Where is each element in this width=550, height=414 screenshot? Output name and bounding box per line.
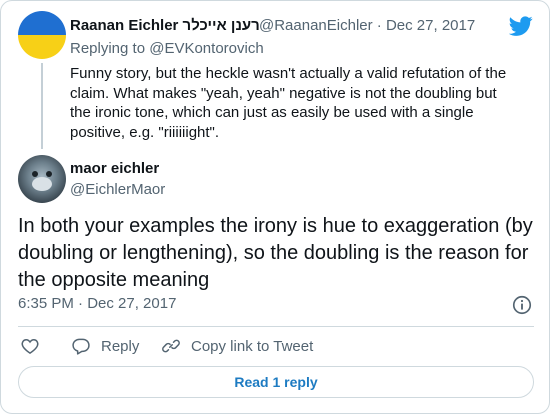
replying-to-label: Replying to: [70, 40, 146, 57]
read-replies-button[interactable]: Read 1 reply: [18, 366, 534, 398]
copy-link-button[interactable]: Copy link to Tweet: [161, 334, 313, 358]
main-avatar[interactable]: [18, 155, 66, 203]
copy-link-label: Copy link to Tweet: [191, 337, 314, 355]
parent-avatar[interactable]: [18, 11, 66, 59]
main-display-name[interactable]: maor eichler: [70, 160, 159, 177]
replying-to-line: Replying to @EVKontorovich: [70, 40, 264, 57]
replying-to-handle[interactable]: @EVKontorovich: [149, 40, 263, 57]
link-icon: [162, 339, 180, 353]
tweet-embed-card: Raanan Eichler רענן אייכלר @RaananEichle…: [0, 0, 550, 414]
parent-tweet-text: Funny story, but the heckle wasn't actua…: [70, 65, 507, 141]
heart-icon: [21, 338, 39, 354]
parent-display-name[interactable]: Raanan Eichler רענן אייכלר: [70, 17, 260, 34]
thread-connector-line: [41, 63, 43, 149]
avatar-eye: [32, 171, 38, 177]
parent-handle[interactable]: @RaananEichler: [259, 17, 373, 34]
flag-blue-stripe: [18, 11, 66, 35]
flag-yellow-stripe: [18, 35, 66, 59]
main-handle[interactable]: @EichlerMaor: [70, 181, 165, 198]
reply-button[interactable]: Reply: [71, 334, 139, 358]
meta-separator: ·: [376, 17, 382, 34]
divider: [18, 326, 534, 327]
avatar-snout: [32, 177, 52, 191]
avatar-eye: [46, 171, 52, 177]
speech-bubble-icon: [72, 338, 90, 355]
like-button[interactable]: [20, 334, 50, 358]
reply-label: Reply: [101, 337, 140, 355]
main-tweet-text: In both your examples the irony is hue t…: [18, 215, 533, 291]
parent-meta: @RaananEichler · Dec 27, 2017: [259, 17, 475, 34]
main-timestamp[interactable]: 6:35 PM · Dec 27, 2017: [18, 295, 176, 312]
info-icon[interactable]: [511, 294, 533, 316]
twitter-bird-icon[interactable]: [509, 14, 533, 38]
parent-date[interactable]: Dec 27, 2017: [386, 17, 475, 34]
